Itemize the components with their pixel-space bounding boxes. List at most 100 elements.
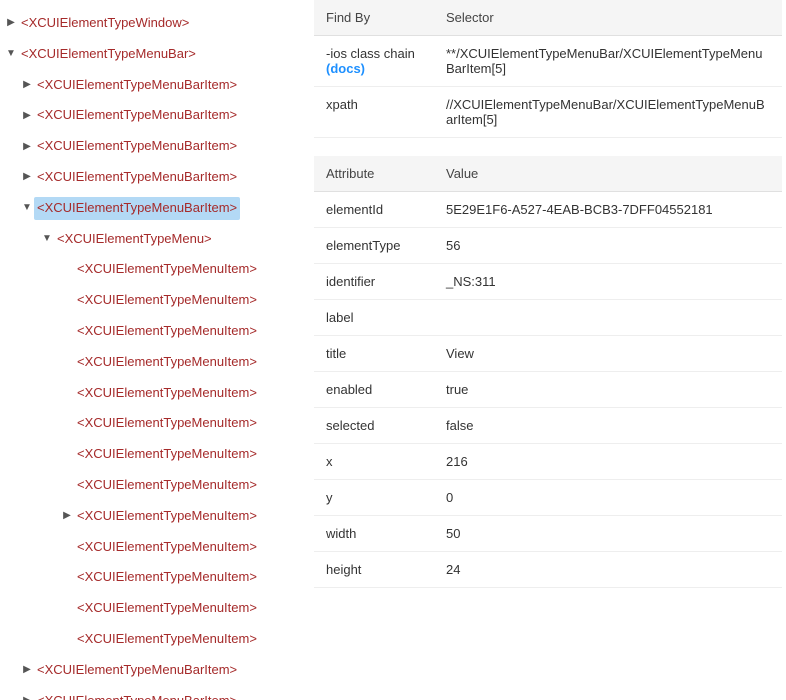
tree-node[interactable]: ▶<XCUIElementTypeMenuBarItem> [0,100,310,131]
attr-name-cell: elementType [314,228,434,263]
tree-node-label[interactable]: <XCUIElementTypeMenuItem> [74,320,260,343]
tree-node[interactable]: ▶<XCUIElementTypeMenuBarItem> [0,162,310,193]
tree-node-label[interactable]: <XCUIElementTypeMenuItem> [74,412,260,435]
chevron-right-icon[interactable]: ▶ [60,508,74,524]
tree-node[interactable]: ▶<XCUIElementTypeMenuItem> [0,532,310,563]
tree-node-label[interactable]: <XCUIElementTypeMenuBarItem> [34,197,240,220]
attr-value-cell: 5E29E1F6-A527-4EAB-BCB3-7DFF04552181 [434,192,782,227]
table-row: y0 [314,480,782,516]
selector-cell: **/XCUIElementTypeMenuBar/XCUIElementTyp… [434,36,782,86]
table-row: xpath //XCUIElementTypeMenuBar/XCUIEleme… [314,87,782,138]
findby-label: -ios class chain [326,46,415,61]
tree-node-label[interactable]: <XCUIElementTypeMenuBar> [18,43,199,66]
findby-cell: xpath [314,87,434,137]
table-row: width50 [314,516,782,552]
chevron-down-icon[interactable]: ▼ [40,231,54,247]
tree-node-label[interactable]: <XCUIElementTypeMenuItem> [74,505,260,528]
tree-node-label[interactable]: <XCUIElementTypeMenuBarItem> [34,74,240,97]
table-row: label [314,300,782,336]
attr-value-cell: 216 [434,444,782,479]
selector-cell: //XCUIElementTypeMenuBar/XCUIElementType… [434,87,782,137]
attr-value-cell: 50 [434,516,782,551]
tree-node-label[interactable]: <XCUIElementTypeMenuBarItem> [34,659,240,682]
tree-node-label[interactable]: <XCUIElementTypeMenuItem> [74,258,260,281]
tree-node[interactable]: ▶<XCUIElementTypeMenuItem> [0,562,310,593]
attr-value-cell: View [434,336,782,371]
tree-node-label[interactable]: <XCUIElementTypeMenuItem> [74,566,260,589]
tree-node[interactable]: ▶<XCUIElementTypeMenuBarItem> [0,131,310,162]
attr-value-cell: 24 [434,552,782,587]
tree-node[interactable]: ▶<XCUIElementTypeMenuItem> [0,408,310,439]
tree-node[interactable]: ▶<XCUIElementTypeMenuItem> [0,470,310,501]
table-row: height24 [314,552,782,588]
table-row: x216 [314,444,782,480]
tree-node[interactable]: ▶<XCUIElementTypeMenuItem> [0,285,310,316]
chevron-right-icon[interactable]: ▶ [20,662,34,678]
docs-link[interactable]: (docs) [326,61,365,76]
tree-node[interactable]: ▶<XCUIElementTypeMenuItem> [0,378,310,409]
attr-value-cell: 56 [434,228,782,263]
tree-node-label[interactable]: <XCUIElementTypeMenuBarItem> [34,135,240,158]
details-panel: Find By Selector -ios class chain (docs)… [310,0,786,700]
chevron-right-icon[interactable]: ▶ [20,693,34,700]
attr-value-cell: 0 [434,480,782,515]
attr-name-cell: selected [314,408,434,443]
tree-node[interactable]: ▶<XCUIElementTypeMenuBarItem> [0,70,310,101]
chevron-right-icon[interactable]: ▶ [20,139,34,155]
tree-node-label[interactable]: <XCUIElementTypeWindow> [18,12,192,35]
chevron-right-icon[interactable]: ▶ [4,15,18,31]
tree-node[interactable]: ▼<XCUIElementTypeMenuBar> [0,39,310,70]
table-row: selectedfalse [314,408,782,444]
attr-value-cell [434,300,782,335]
table-row: enabledtrue [314,372,782,408]
element-tree-panel: ▶<XCUIElementTypeWindow>▼<XCUIElementTyp… [0,0,310,700]
tree-node[interactable]: ▶<XCUIElementTypeMenuItem> [0,316,310,347]
tree-node-label[interactable]: <XCUIElementTypeMenuItem> [74,536,260,559]
attributes-table: Attribute Value elementId5E29E1F6-A527-4… [314,156,782,588]
tree-node[interactable]: ▶<XCUIElementTypeMenuItem> [0,624,310,655]
table-row: -ios class chain (docs) **/XCUIElementTy… [314,36,782,87]
tree-node-label[interactable]: <XCUIElementTypeMenuBarItem> [34,690,240,700]
tree-node[interactable]: ▶<XCUIElementTypeMenuBarItem> [0,686,310,700]
col-value-header: Value [434,156,782,191]
tree-node-label[interactable]: <XCUIElementTypeMenu> [54,228,215,251]
chevron-down-icon[interactable]: ▼ [20,200,34,216]
tree-node[interactable]: ▶<XCUIElementTypeWindow> [0,8,310,39]
attr-value-cell: false [434,408,782,443]
chevron-right-icon[interactable]: ▶ [20,169,34,185]
table-row: elementId5E29E1F6-A527-4EAB-BCB3-7DFF045… [314,192,782,228]
col-findby-header: Find By [314,0,434,35]
attr-name-cell: elementId [314,192,434,227]
attr-value-cell: _NS:311 [434,264,782,299]
attr-name-cell: identifier [314,264,434,299]
tree-node[interactable]: ▼<XCUIElementTypeMenu> [0,224,310,255]
col-selector-header: Selector [434,0,782,35]
tree-node-label[interactable]: <XCUIElementTypeMenuItem> [74,628,260,651]
tree-node-label[interactable]: <XCUIElementTypeMenuBarItem> [34,166,240,189]
table-row: identifier_NS:311 [314,264,782,300]
tree-node-label[interactable]: <XCUIElementTypeMenuItem> [74,443,260,466]
tree-node[interactable]: ▶<XCUIElementTypeMenuItem> [0,501,310,532]
attr-name-cell: enabled [314,372,434,407]
chevron-down-icon[interactable]: ▼ [4,46,18,62]
tree-node-label[interactable]: <XCUIElementTypeMenuItem> [74,289,260,312]
attr-name-cell: width [314,516,434,551]
tree-node[interactable]: ▶<XCUIElementTypeMenuItem> [0,347,310,378]
tree-node-label[interactable]: <XCUIElementTypeMenuBarItem> [34,104,240,127]
attr-name-cell: y [314,480,434,515]
chevron-right-icon[interactable]: ▶ [20,108,34,124]
tree-node-label[interactable]: <XCUIElementTypeMenuItem> [74,351,260,374]
attr-value-cell: true [434,372,782,407]
tree-node[interactable]: ▶<XCUIElementTypeMenuBarItem> [0,655,310,686]
tree-node[interactable]: ▶<XCUIElementTypeMenuItem> [0,439,310,470]
tree-node[interactable]: ▶<XCUIElementTypeMenuItem> [0,254,310,285]
tree-node-label[interactable]: <XCUIElementTypeMenuItem> [74,382,260,405]
tree-node-label[interactable]: <XCUIElementTypeMenuItem> [74,597,260,620]
attr-name-cell: x [314,444,434,479]
tree-node[interactable]: ▶<XCUIElementTypeMenuItem> [0,593,310,624]
attr-name-cell: label [314,300,434,335]
chevron-right-icon[interactable]: ▶ [20,77,34,93]
tree-node[interactable]: ▼<XCUIElementTypeMenuBarItem> [0,193,310,224]
tree-node-label[interactable]: <XCUIElementTypeMenuItem> [74,474,260,497]
table-row: elementType56 [314,228,782,264]
